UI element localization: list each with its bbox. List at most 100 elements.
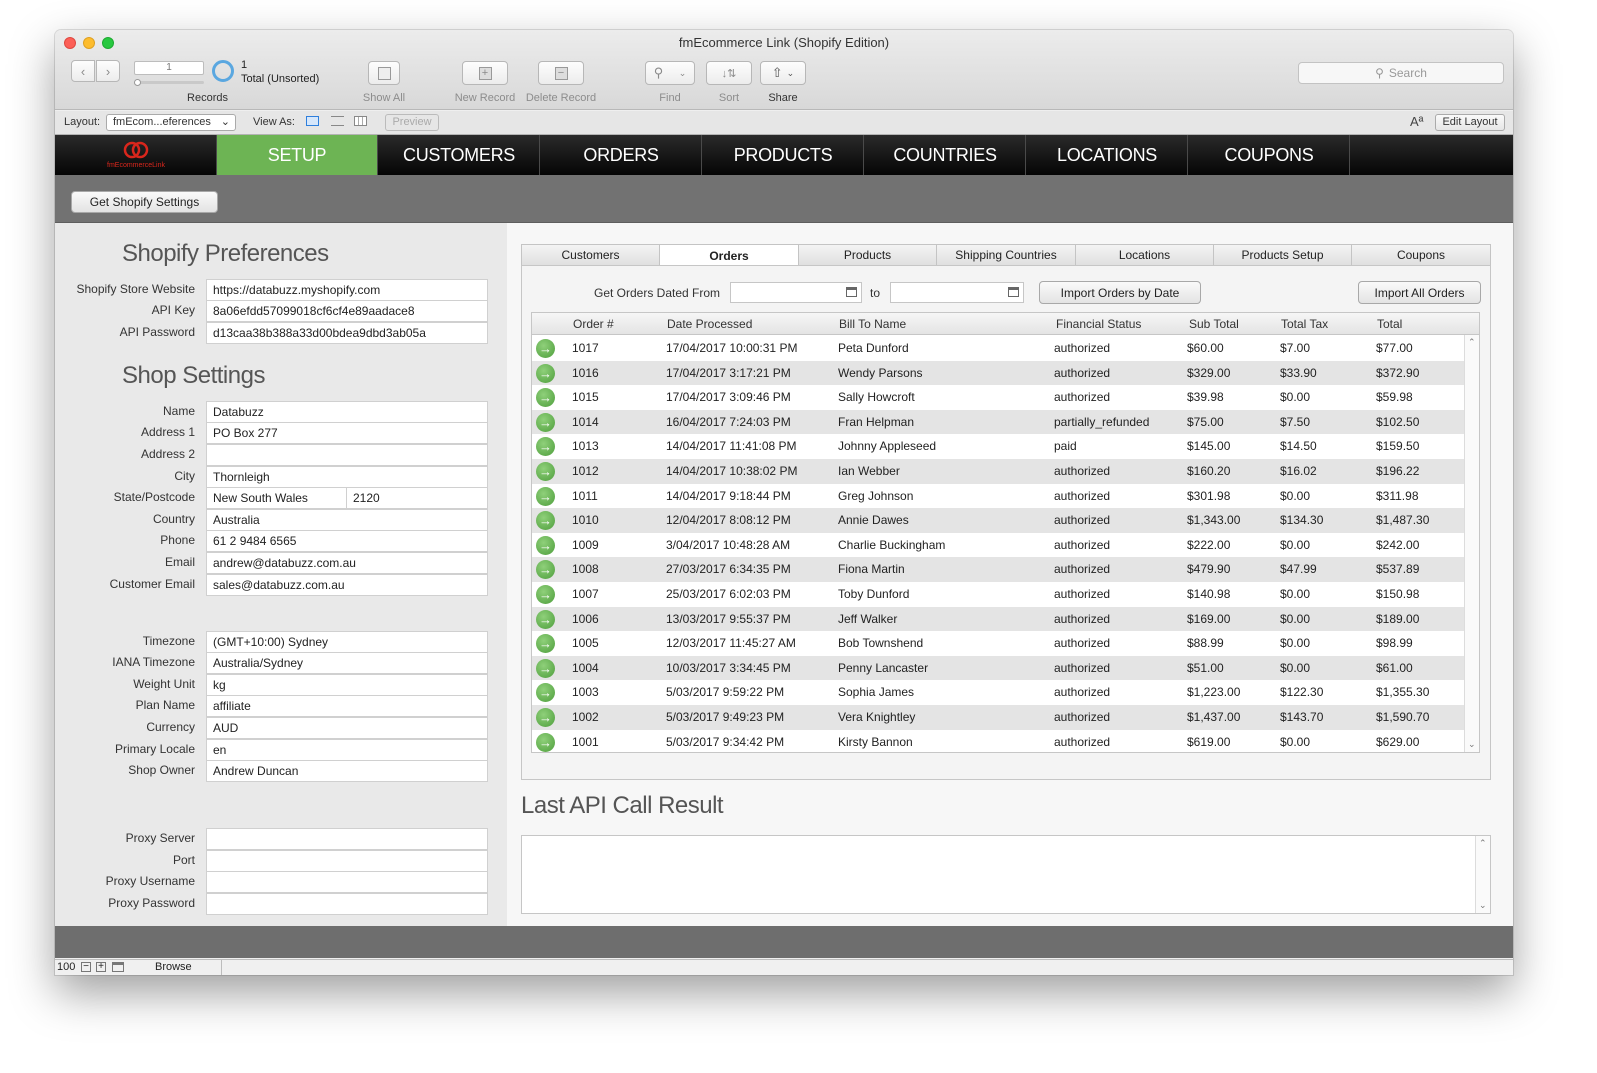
tab-locations[interactable]: Locations (1075, 244, 1214, 266)
nav-tab-customers[interactable]: CUSTOMERS (379, 135, 540, 175)
go-to-order-icon[interactable]: → (536, 609, 555, 629)
weight-unit-field[interactable]: kg (206, 674, 488, 696)
go-to-order-icon[interactable]: → (536, 732, 555, 752)
previous-record-button[interactable]: ‹ (71, 60, 95, 82)
table-row[interactable]: → 1007 25/03/2017 6:02:03 PM Toby Dunford au… (532, 582, 1464, 607)
table-view-icon[interactable] (354, 116, 367, 126)
delete-record-button[interactable]: − (538, 61, 584, 85)
table-row[interactable]: → 1009 3/04/2017 10:48:28 AM Charlie Buckin… (532, 533, 1464, 558)
address2-field[interactable] (206, 444, 488, 466)
table-row[interactable]: → 1017 17/04/2017 10:00:31 PM Peta Dunford a… (532, 336, 1464, 361)
go-to-order-icon[interactable]: → (536, 437, 555, 457)
scroll-down-icon[interactable]: ⌄ (1468, 739, 1476, 750)
tab-customers[interactable]: Customers (521, 244, 660, 266)
tab-shipping-countries[interactable]: Shipping Countries (936, 244, 1076, 266)
nav-tab-products[interactable]: PRODUCTS (703, 135, 864, 175)
plan-name-field[interactable]: affiliate (206, 695, 488, 717)
nav-tab-orders[interactable]: ORDERS (541, 135, 702, 175)
go-to-order-icon[interactable]: → (536, 708, 555, 727)
column-total-tax[interactable]: Total Tax (1281, 317, 1328, 331)
column-financial-status[interactable]: Financial Status (1056, 317, 1141, 331)
column-sub-total[interactable]: Sub Total (1189, 317, 1239, 331)
column-bill-to-name[interactable]: Bill To Name (839, 317, 906, 331)
next-record-button[interactable]: › (96, 60, 120, 82)
go-to-order-icon[interactable]: → (536, 511, 555, 531)
sort-button[interactable]: ↓⇅ (706, 61, 752, 85)
table-row[interactable]: → 1013 14/04/2017 11:41:08 PM Johnny Apples… (532, 434, 1464, 459)
nav-tab-locations[interactable]: LOCATIONS (1027, 135, 1188, 175)
table-row[interactable]: → 1012 14/04/2017 10:38:02 PM Ian Webber aut… (532, 459, 1464, 484)
date-to-field[interactable] (890, 282, 1024, 303)
zoom-out-icon[interactable]: − (81, 962, 91, 972)
text-size-icon[interactable]: Aª (1410, 114, 1423, 129)
mode-indicator[interactable]: Browse (155, 961, 192, 973)
list-view-icon[interactable] (331, 116, 344, 126)
table-row[interactable]: → 1016 17/04/2017 3:17:21 PM Wendy Parsons a… (532, 360, 1464, 386)
calendar-icon[interactable] (846, 287, 857, 297)
tab-orders[interactable]: Orders (659, 244, 799, 267)
currency-field[interactable]: AUD (206, 717, 488, 739)
go-to-order-icon[interactable]: → (536, 683, 555, 703)
go-to-order-icon[interactable]: → (536, 585, 555, 604)
table-row[interactable]: → 1014 16/04/2017 7:24:03 PM Fran Helpman pa… (532, 409, 1464, 435)
proxy-password-field[interactable] (206, 893, 488, 915)
go-to-order-icon[interactable]: → (536, 339, 555, 358)
store-website-field[interactable]: https://databuzz.myshopify.com (206, 279, 488, 301)
tab-products[interactable]: Products (798, 244, 937, 266)
form-view-icon[interactable] (306, 116, 319, 126)
preview-button[interactable]: Preview (385, 114, 439, 131)
calendar-icon[interactable] (1008, 287, 1019, 297)
search-input[interactable]: ⚲ Search (1298, 62, 1504, 84)
orders-scrollbar[interactable]: ⌃ ⌄ (1464, 335, 1479, 752)
table-row[interactable]: → 1008 27/03/2017 6:34:35 PM Fiona Martin au… (532, 557, 1464, 582)
proxy-server-field[interactable] (206, 828, 488, 850)
table-row[interactable]: → 1005 12/03/2017 11:45:27 AM Bob Townshend… (532, 631, 1464, 656)
table-row[interactable]: → 1015 17/04/2017 3:09:46 PM Sally Howcroft… (532, 385, 1464, 410)
zoom-in-icon[interactable]: + (96, 962, 106, 972)
layout-select[interactable]: fmEcom...eferences ⌄ (106, 114, 236, 131)
api-result-field[interactable]: ⌃ ⌄ (521, 835, 1491, 914)
go-to-order-icon[interactable]: → (536, 412, 555, 432)
table-row[interactable]: → 1011 14/04/2017 9:18:44 PM Greg Johnson au… (532, 484, 1464, 509)
table-row[interactable]: → 1006 13/03/2017 9:55:37 PM Jeff Walker aut… (532, 606, 1464, 632)
iana-timezone-field[interactable]: Australia/Sydney (206, 652, 488, 674)
address1-field[interactable]: PO Box 277 (206, 422, 488, 444)
zoom-level[interactable]: 100 (57, 961, 75, 973)
edit-layout-button[interactable]: Edit Layout (1435, 114, 1505, 131)
go-to-order-icon[interactable]: → (536, 658, 555, 678)
port-field[interactable] (206, 850, 488, 872)
phone-field[interactable]: 61 2 9484 6565 (206, 530, 488, 552)
nav-tab-coupons[interactable]: COUPONS (1189, 135, 1350, 175)
tab-coupons[interactable]: Coupons (1351, 244, 1491, 266)
nav-tab-countries[interactable]: COUNTRIES (865, 135, 1026, 175)
api-password-field[interactable]: d13caa38b388a33d00bdea9dbd3ab05a (206, 322, 488, 344)
find-button[interactable]: ⚲ ⌄ (645, 61, 695, 85)
email-field[interactable]: andrew@databuzz.com.au (206, 552, 488, 574)
table-row[interactable]: → 1002 5/03/2017 9:49:23 PM Vera Knightley a… (532, 705, 1464, 730)
proxy-username-field[interactable] (206, 871, 488, 893)
table-row[interactable]: → 1004 10/03/2017 3:34:45 PM Penny Lancaste… (532, 655, 1464, 681)
column-date-processed[interactable]: Date Processed (667, 317, 752, 331)
record-slider-knob[interactable] (134, 79, 141, 86)
go-to-order-icon[interactable]: → (536, 634, 555, 654)
country-field[interactable]: Australia (206, 509, 488, 531)
share-button[interactable]: ⇧ ⌄ (760, 61, 806, 85)
date-from-field[interactable] (730, 282, 862, 303)
city-field[interactable]: Thornleigh (206, 466, 488, 488)
import-by-date-button[interactable]: Import Orders by Date (1039, 281, 1201, 304)
table-row[interactable]: → 1001 5/03/2017 9:34:42 PM Kirsty Bannon au… (532, 730, 1464, 752)
record-slider[interactable] (134, 81, 204, 84)
record-number-field[interactable]: 1 (134, 61, 204, 75)
table-row[interactable]: → 1010 12/04/2017 8:08:12 PM Annie Dawes aut… (532, 508, 1464, 533)
nav-tab-setup[interactable]: SETUP (217, 135, 378, 175)
timezone-field[interactable]: (GMT+10:00) Sydney (206, 631, 488, 653)
go-to-order-icon[interactable]: → (536, 388, 555, 408)
shop-name-field[interactable]: Databuzz (206, 401, 488, 423)
go-to-order-icon[interactable]: → (536, 486, 555, 506)
scroll-up-icon[interactable]: ⌃ (1479, 838, 1487, 849)
scroll-up-icon[interactable]: ⌃ (1468, 337, 1476, 348)
go-to-order-icon[interactable]: → (536, 560, 555, 580)
api-key-field[interactable]: 8a06efdd57099018cf6cf4e89aadace8 (206, 300, 488, 322)
postcode-field[interactable]: 2120 (346, 487, 488, 509)
go-to-order-icon[interactable]: → (536, 535, 555, 555)
